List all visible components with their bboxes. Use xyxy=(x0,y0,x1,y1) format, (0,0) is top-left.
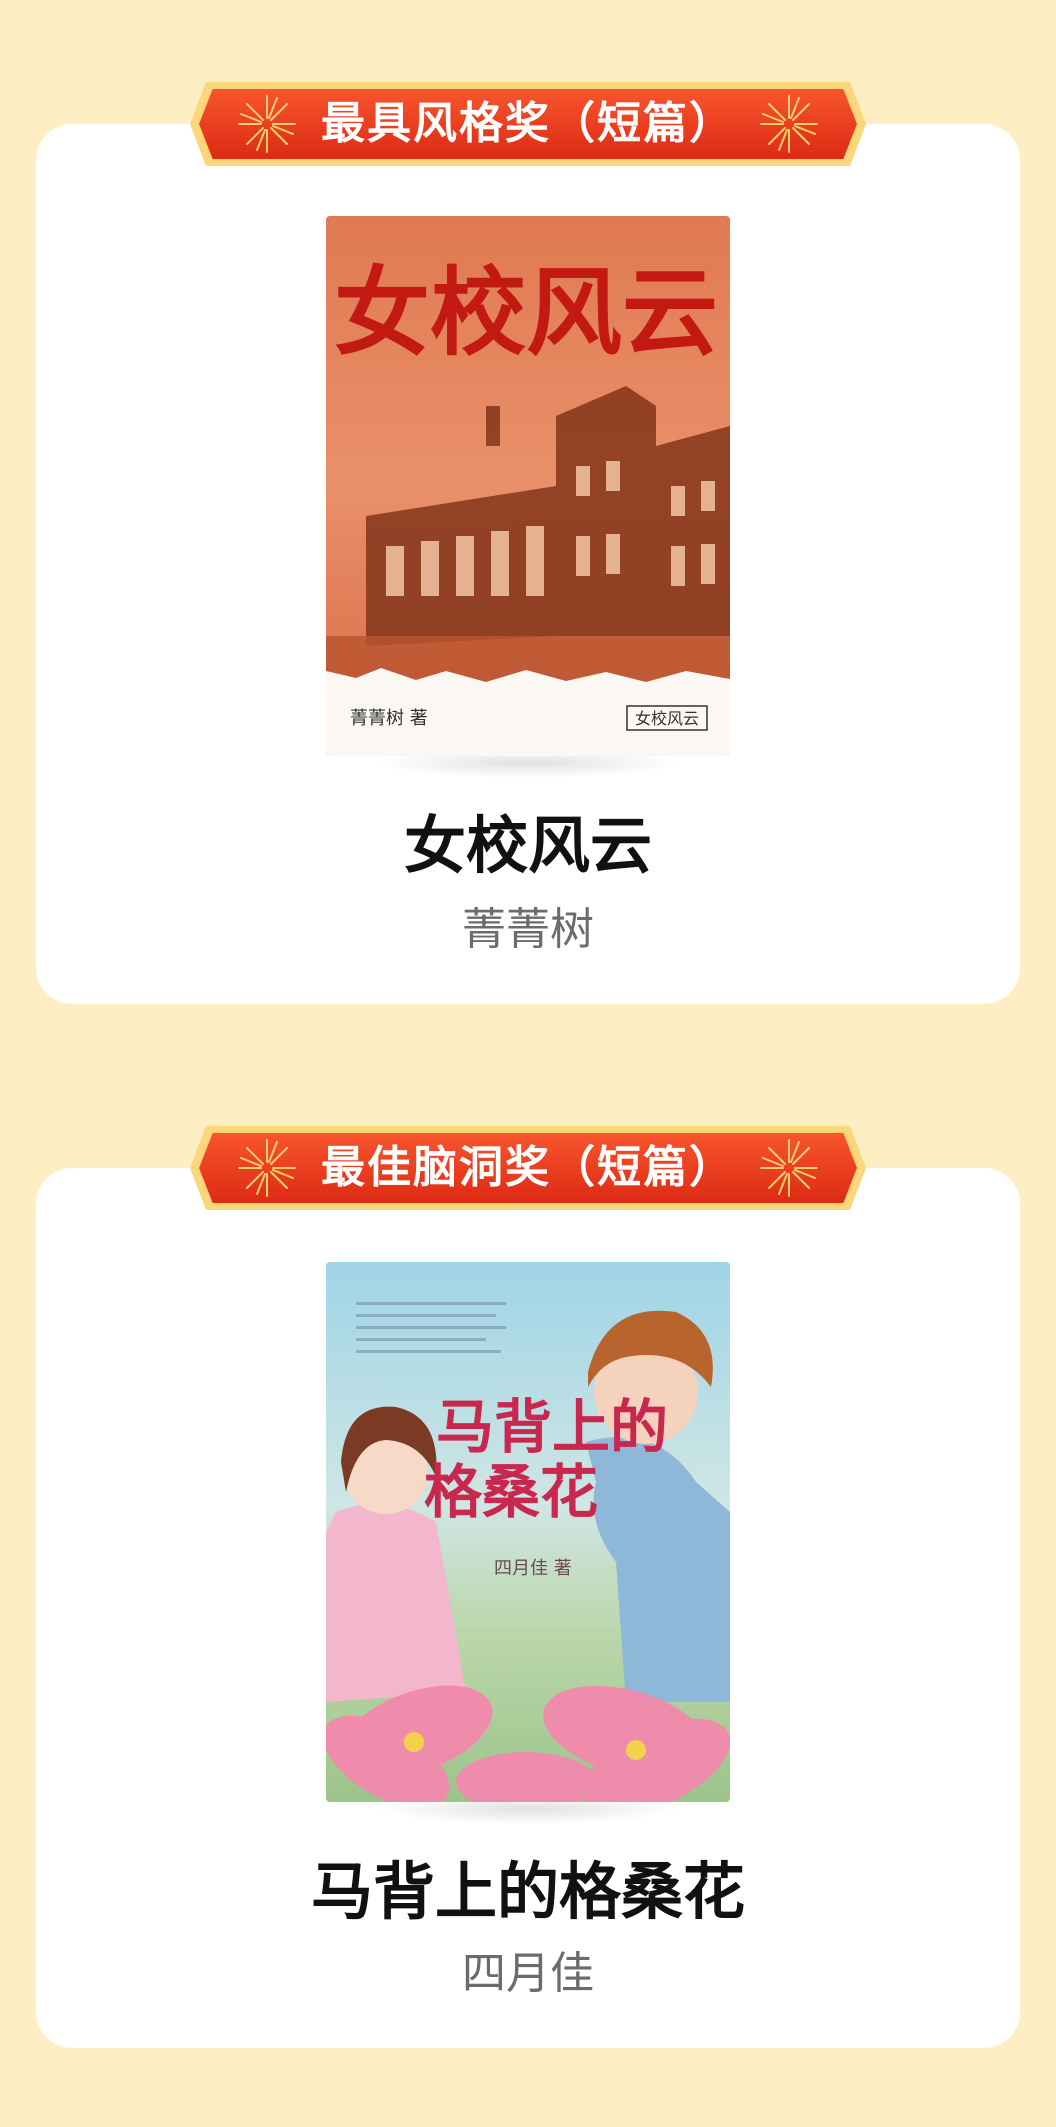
cover-calligraphy-top: 马背上的 xyxy=(436,1393,668,1461)
award-ribbon: 最佳脑洞奖（短篇） xyxy=(176,1120,880,1216)
book-title[interactable]: 女校风云 xyxy=(36,795,1020,885)
book-author[interactable]: 四月佳 xyxy=(36,1937,1020,2001)
book-cover[interactable]: 马背上的 格桑花 四月佳 著 xyxy=(326,1262,730,1802)
cover-author-line: 菁菁树 著 xyxy=(350,708,428,729)
cover-calligraphy-bottom: 格桑花 xyxy=(424,1458,598,1526)
book-title[interactable]: 马背上的格桑花 xyxy=(36,1841,1020,1931)
book-cover[interactable]: 女校风云 菁菁树 著 女校风云 xyxy=(326,216,730,756)
cover-author-line: 四月佳 著 xyxy=(494,1558,572,1579)
book-author[interactable]: 菁菁树 xyxy=(36,893,1020,957)
award-title: 最佳脑洞奖（短篇） xyxy=(321,1142,735,1193)
award-ribbon: 最具风格奖（短篇） xyxy=(176,76,880,172)
cover-stamp: 女校风云 xyxy=(635,709,699,728)
book-cover-container[interactable]: 马背上的 格桑花 四月佳 著 xyxy=(326,1262,730,1824)
awards-page: 最具风格奖（短篇） 女校风云 菁菁树 著 女校风云 女校风云 菁菁树 最佳脑洞奖… xyxy=(0,0,1056,2127)
book-cover-container[interactable]: 女校风云 菁菁树 著 女校风云 xyxy=(326,216,730,778)
cover-calligraphy: 女校风云 xyxy=(334,256,718,369)
award-title: 最具风格奖（短篇） xyxy=(321,98,735,149)
